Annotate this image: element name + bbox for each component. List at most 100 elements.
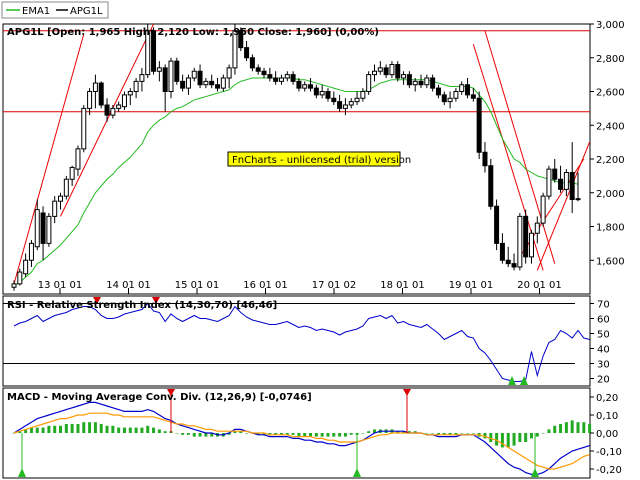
candle-body (81, 107, 87, 150)
candle-body (75, 148, 81, 170)
price-xtick-label: 16 01 01 (243, 280, 288, 291)
candle-body (92, 82, 98, 92)
rsi-ytick-label: 70 (597, 300, 610, 311)
macd-panel-title: MACD - Moving Average Conv. Div. (12,26,… (7, 392, 312, 403)
price-xtick-label: 18 01 01 (380, 280, 425, 291)
candle-body (418, 80, 424, 86)
macd-histogram-bar (146, 425, 150, 433)
candle-body (371, 70, 377, 76)
candle-body (470, 94, 476, 99)
candle-body (28, 242, 34, 261)
macd-histogram-bar (128, 427, 132, 433)
candle-body (389, 64, 395, 76)
candle-body (325, 91, 331, 99)
candle-body (162, 67, 168, 92)
macd-histogram-bar (564, 422, 568, 433)
candle-body (168, 60, 174, 92)
macd-histogram-bar (529, 433, 533, 439)
macd-histogram-bar (570, 420, 574, 433)
macd-histogram-bar (338, 433, 342, 437)
macd-histogram-bar (524, 433, 528, 442)
candle-body (139, 74, 145, 82)
candle-body (552, 168, 558, 180)
candle-body (558, 178, 564, 190)
macd-histogram-bar (59, 425, 63, 433)
candle-body (331, 97, 337, 103)
candle-body (197, 70, 203, 86)
macd-histogram-bar (349, 433, 353, 435)
candle-body (284, 74, 290, 79)
candle-body (313, 87, 319, 96)
macd-histogram-bar (518, 433, 522, 442)
candle-body (523, 215, 529, 258)
candle-body (63, 178, 69, 197)
candle-body (337, 101, 343, 109)
candle-body (348, 101, 354, 106)
macd-histogram-bar (541, 433, 545, 434)
macd-ytick-label: 0,20 (596, 393, 618, 404)
candle-body (121, 94, 127, 108)
candle-body (174, 60, 180, 82)
candle-body (226, 67, 232, 79)
legend-ema-label: EMA1 (22, 6, 50, 17)
price-ytick-label: 2,600 (596, 88, 625, 99)
candle-body (499, 242, 505, 261)
macd-histogram-bar (70, 424, 74, 433)
macd-histogram-bar (35, 427, 39, 433)
candle-body (116, 104, 122, 109)
macd-histogram-bar (245, 433, 249, 434)
candle-body (185, 77, 191, 89)
candle-body (11, 283, 17, 288)
price-xtick-label: 17 01 02 (312, 280, 357, 291)
candle-body (261, 70, 267, 76)
macd-histogram-bar (105, 425, 109, 433)
candle-body (46, 215, 52, 244)
candle-body (127, 91, 133, 96)
candle-body (40, 212, 46, 244)
candle-body (23, 259, 29, 275)
candle-body (360, 91, 366, 99)
macd-histogram-bar (111, 425, 115, 433)
candle-body (377, 67, 383, 72)
macd-histogram-bar (291, 433, 295, 435)
candle-body (459, 84, 465, 92)
candle-body (494, 205, 500, 244)
candle-body (98, 82, 104, 106)
candle-body (58, 195, 64, 202)
macd-histogram-bar (64, 424, 68, 433)
candle-body (534, 222, 540, 234)
macd-histogram-bar (181, 433, 185, 435)
macd-histogram-bar (140, 427, 144, 433)
macd-histogram-bar (163, 431, 167, 433)
macd-histogram-bar (122, 427, 126, 433)
candle-body (441, 94, 447, 103)
candle-body (203, 80, 209, 86)
candle-body (401, 74, 407, 79)
candle-body (488, 165, 494, 207)
candle-body (412, 80, 418, 86)
macd-histogram-bar (117, 427, 121, 433)
macd-histogram-bar (320, 433, 324, 437)
macd-histogram-bar (582, 422, 586, 433)
candle-body (296, 80, 302, 89)
candle-body (290, 74, 296, 82)
macd-histogram-bar (41, 427, 45, 433)
candle-body (17, 271, 23, 285)
macd-histogram-bar (82, 422, 86, 433)
candle-body (476, 97, 482, 153)
candle-body (104, 104, 110, 116)
candle-body (110, 107, 116, 116)
candle-body (273, 77, 279, 82)
candle-body (278, 77, 284, 82)
candle-body (52, 200, 58, 217)
candle-body (342, 104, 348, 109)
rsi-ytick-label: 30 (597, 360, 610, 371)
macd-histogram-bar (134, 427, 138, 433)
macd-histogram-bar (47, 425, 51, 433)
price-xtick-label: 19 01 01 (449, 280, 494, 291)
candle-body (546, 168, 552, 197)
candle-body (395, 64, 401, 79)
macd-histogram-bar (535, 433, 539, 437)
candle-body (319, 91, 325, 96)
candle-body (180, 80, 186, 89)
